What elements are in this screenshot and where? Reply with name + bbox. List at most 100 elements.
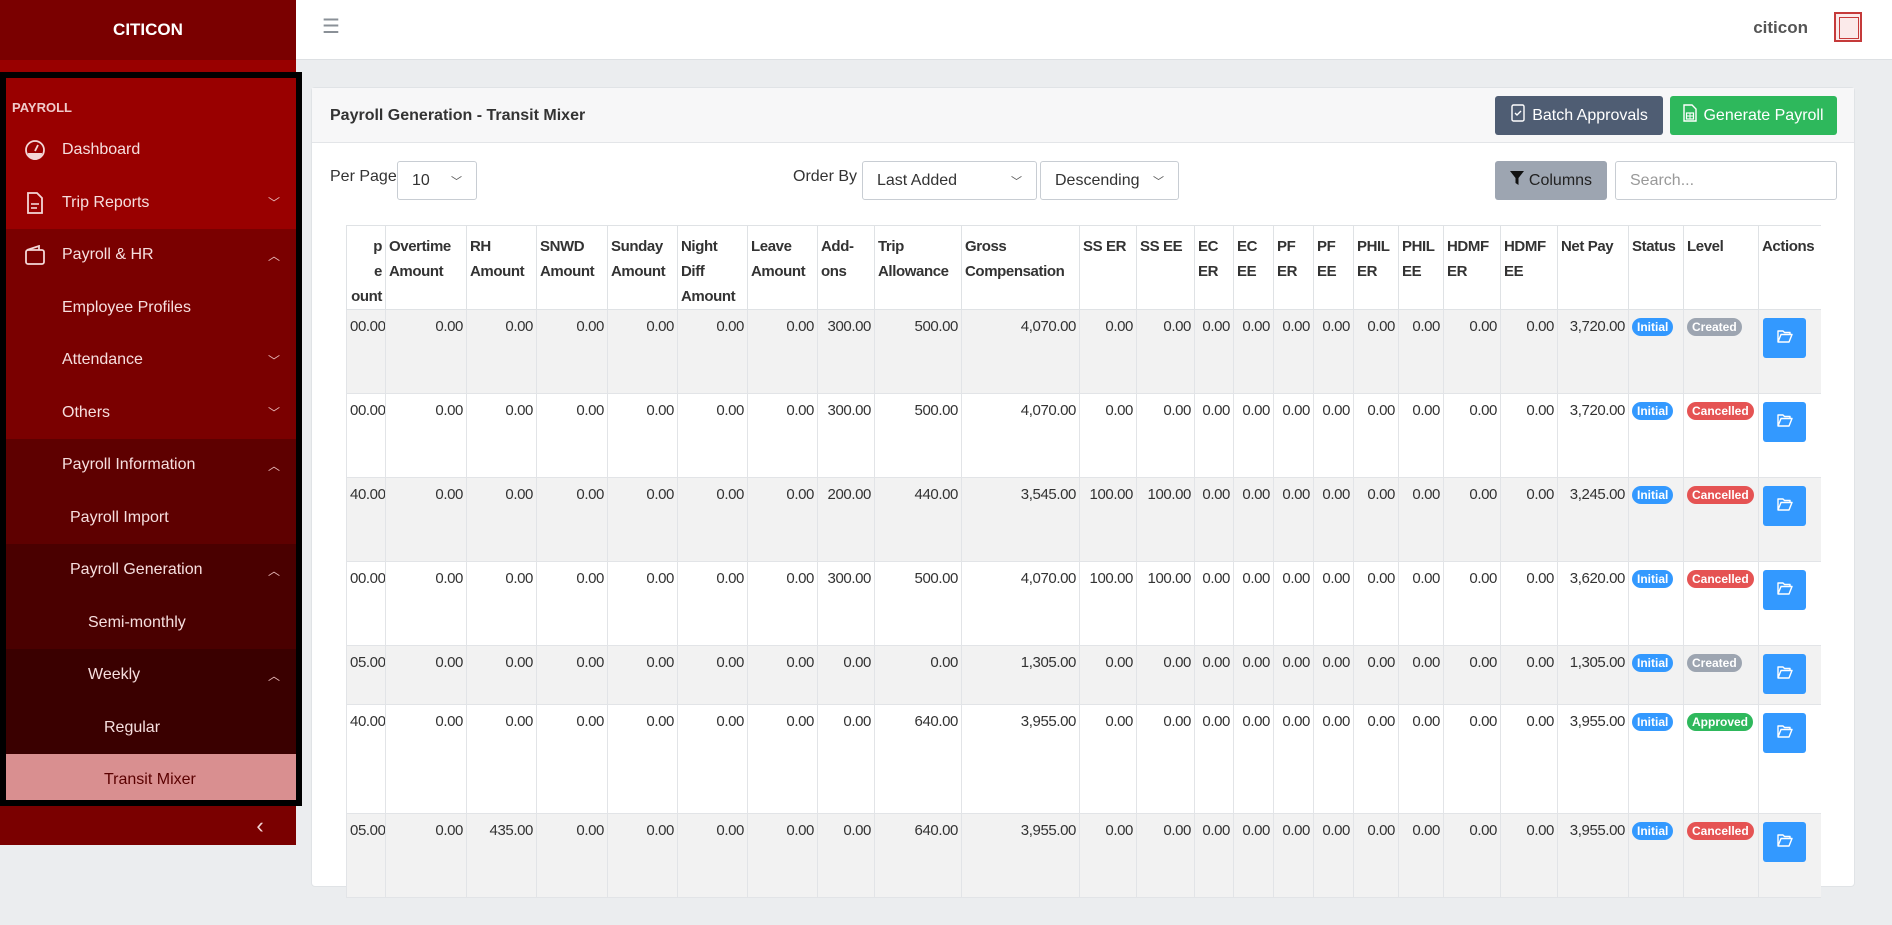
- sidebar-item-payroll-generation[interactable]: Payroll Generation ︿: [6, 544, 296, 597]
- sidebar-item-payroll-information[interactable]: Payroll Information ︿: [6, 439, 296, 492]
- open-record-button[interactable]: [1763, 822, 1806, 862]
- per-page-label: Per Page: [330, 168, 397, 185]
- column-header[interactable]: SS ER: [1079, 225, 1137, 310]
- folder-open-icon: [1776, 413, 1793, 431]
- table-cell: 40.00: [346, 477, 386, 562]
- filter-icon: [1509, 171, 1524, 190]
- column-header[interactable]: Sunday Amount: [607, 225, 678, 310]
- table-cell: 0.00: [1443, 704, 1501, 814]
- sidebar-item-regular[interactable]: Regular: [6, 701, 296, 754]
- table-cell: 0.00: [1079, 704, 1137, 814]
- column-header[interactable]: SNWD Amount: [536, 225, 608, 310]
- per-page-select[interactable]: 10 ﹀: [397, 161, 477, 200]
- table-cell: 0.00: [1194, 309, 1234, 394]
- table-cell: 0.00: [1194, 813, 1234, 898]
- open-record-button[interactable]: [1763, 713, 1806, 753]
- sidebar-item-trip-reports[interactable]: Trip Reports ﹀: [6, 176, 296, 229]
- sidebar-item-dashboard[interactable]: Dashboard: [6, 124, 296, 177]
- chevron-down-icon: ﹀: [267, 353, 280, 368]
- status-badge: Initial: [1632, 318, 1674, 336]
- open-record-button[interactable]: [1763, 402, 1806, 442]
- order-by-select[interactable]: Last Added ﹀: [862, 161, 1037, 200]
- level-cell: Approved: [1683, 704, 1759, 814]
- table-cell: 435.00: [466, 813, 537, 898]
- table-cell: 1,305.00: [1557, 645, 1629, 705]
- column-header[interactable]: PHIL ER: [1353, 225, 1399, 310]
- column-header[interactable]: EC ER: [1194, 225, 1234, 310]
- table-cell: 0.00: [1353, 309, 1399, 394]
- open-record-button[interactable]: [1763, 486, 1806, 526]
- column-header[interactable]: HDMF EE: [1500, 225, 1558, 310]
- column-header[interactable]: PHIL EE: [1398, 225, 1444, 310]
- table-cell: 0.00: [677, 477, 748, 562]
- column-header[interactable]: Level: [1683, 225, 1759, 310]
- level-cell: Cancelled: [1683, 813, 1759, 898]
- column-header[interactable]: PF ER: [1273, 225, 1314, 310]
- sidebar-item-semi-monthly[interactable]: Semi-monthly: [6, 596, 296, 649]
- column-header[interactable]: p e ount: [346, 225, 386, 310]
- sidebar-item-label: Payroll Generation: [70, 561, 203, 579]
- columns-button[interactable]: Columns: [1495, 161, 1607, 200]
- per-page-value: 10: [412, 171, 430, 189]
- sidebar-item-transit-mixer[interactable]: Transit Mixer: [6, 754, 296, 800]
- table-cell: 4,070.00: [961, 561, 1080, 646]
- payroll-table-container[interactable]: p e ount Overtime Amount RH Amount SNWD Amo…: [346, 225, 1821, 925]
- table-cell: 0.00: [536, 813, 608, 898]
- column-header[interactable]: Add-ons: [817, 225, 875, 310]
- column-header[interactable]: Status: [1628, 225, 1684, 310]
- username[interactable]: citicon: [1753, 18, 1808, 38]
- status-cell: Initial: [1628, 645, 1684, 705]
- table-cell: 0.00: [747, 813, 818, 898]
- column-header[interactable]: Net Pay: [1557, 225, 1629, 310]
- table-cell: 0.00: [1194, 645, 1234, 705]
- sidebar-item-weekly[interactable]: Weekly ︿: [6, 649, 296, 702]
- column-header[interactable]: Overtime Amount: [385, 225, 467, 310]
- column-header[interactable]: EC EE: [1233, 225, 1274, 310]
- table-cell: 0.00: [607, 704, 678, 814]
- table-cell: 0.00: [817, 704, 875, 814]
- sidebar-collapse-button[interactable]: ‹: [0, 806, 296, 845]
- folder-open-icon: [1776, 833, 1793, 851]
- sidebar-item-label: Trip Reports: [62, 193, 150, 211]
- table-cell: 4,070.00: [961, 309, 1080, 394]
- search-input[interactable]: [1615, 161, 1837, 200]
- column-header[interactable]: Leave Amount: [747, 225, 818, 310]
- open-record-button[interactable]: [1763, 318, 1806, 358]
- folder-open-icon: [1776, 665, 1793, 683]
- table-cell: 0.00: [747, 645, 818, 705]
- sidebar-item-attendance[interactable]: Attendance ﹀: [6, 334, 296, 387]
- sidebar-item-employee-profiles[interactable]: Employee Profiles: [6, 281, 296, 334]
- speedometer-icon: [6, 139, 62, 161]
- level-badge: Approved: [1687, 713, 1754, 731]
- actions-cell: [1758, 645, 1821, 705]
- batch-approvals-button[interactable]: Batch Approvals: [1495, 96, 1663, 135]
- open-record-button[interactable]: [1763, 654, 1806, 694]
- sort-direction-select[interactable]: Descending ﹀: [1040, 161, 1179, 200]
- column-header[interactable]: PF EE: [1313, 225, 1354, 310]
- hamburger-menu-icon[interactable]: ☰: [322, 14, 340, 39]
- level-cell: Created: [1683, 309, 1759, 394]
- avatar[interactable]: [1834, 12, 1862, 42]
- table-cell: 0.00: [1194, 477, 1234, 562]
- sidebar-item-payroll-import[interactable]: Payroll Import: [6, 491, 296, 544]
- sidebar-item-others[interactable]: Others ﹀: [6, 386, 296, 439]
- column-header[interactable]: HDMF ER: [1443, 225, 1501, 310]
- order-by-label: Order By: [793, 168, 858, 185]
- table-cell: 3,545.00: [961, 477, 1080, 562]
- column-header[interactable]: RH Amount: [466, 225, 537, 310]
- folder-open-icon: [1776, 329, 1793, 347]
- column-header[interactable]: SS EE: [1136, 225, 1195, 310]
- column-header[interactable]: Night Diff Amount: [677, 225, 748, 310]
- table-cell: 0.00: [874, 645, 962, 705]
- generate-payroll-button[interactable]: Generate Payroll: [1670, 96, 1837, 135]
- sidebar-nav: PAYROLL Dashboard Trip Reports ﹀ Payroll…: [0, 72, 302, 806]
- status-cell: Initial: [1628, 704, 1684, 814]
- sidebar-item-payroll-hr[interactable]: Payroll & HR ︿: [6, 229, 296, 282]
- column-header[interactable]: Trip Allowance: [874, 225, 962, 310]
- table-cell: 500.00: [874, 561, 962, 646]
- columns-label: Columns: [1528, 171, 1593, 189]
- table-cell: 0.00: [1136, 309, 1195, 394]
- column-header[interactable]: Gross Compensation: [961, 225, 1080, 310]
- column-header[interactable]: Actions: [1758, 225, 1821, 310]
- open-record-button[interactable]: [1763, 570, 1806, 610]
